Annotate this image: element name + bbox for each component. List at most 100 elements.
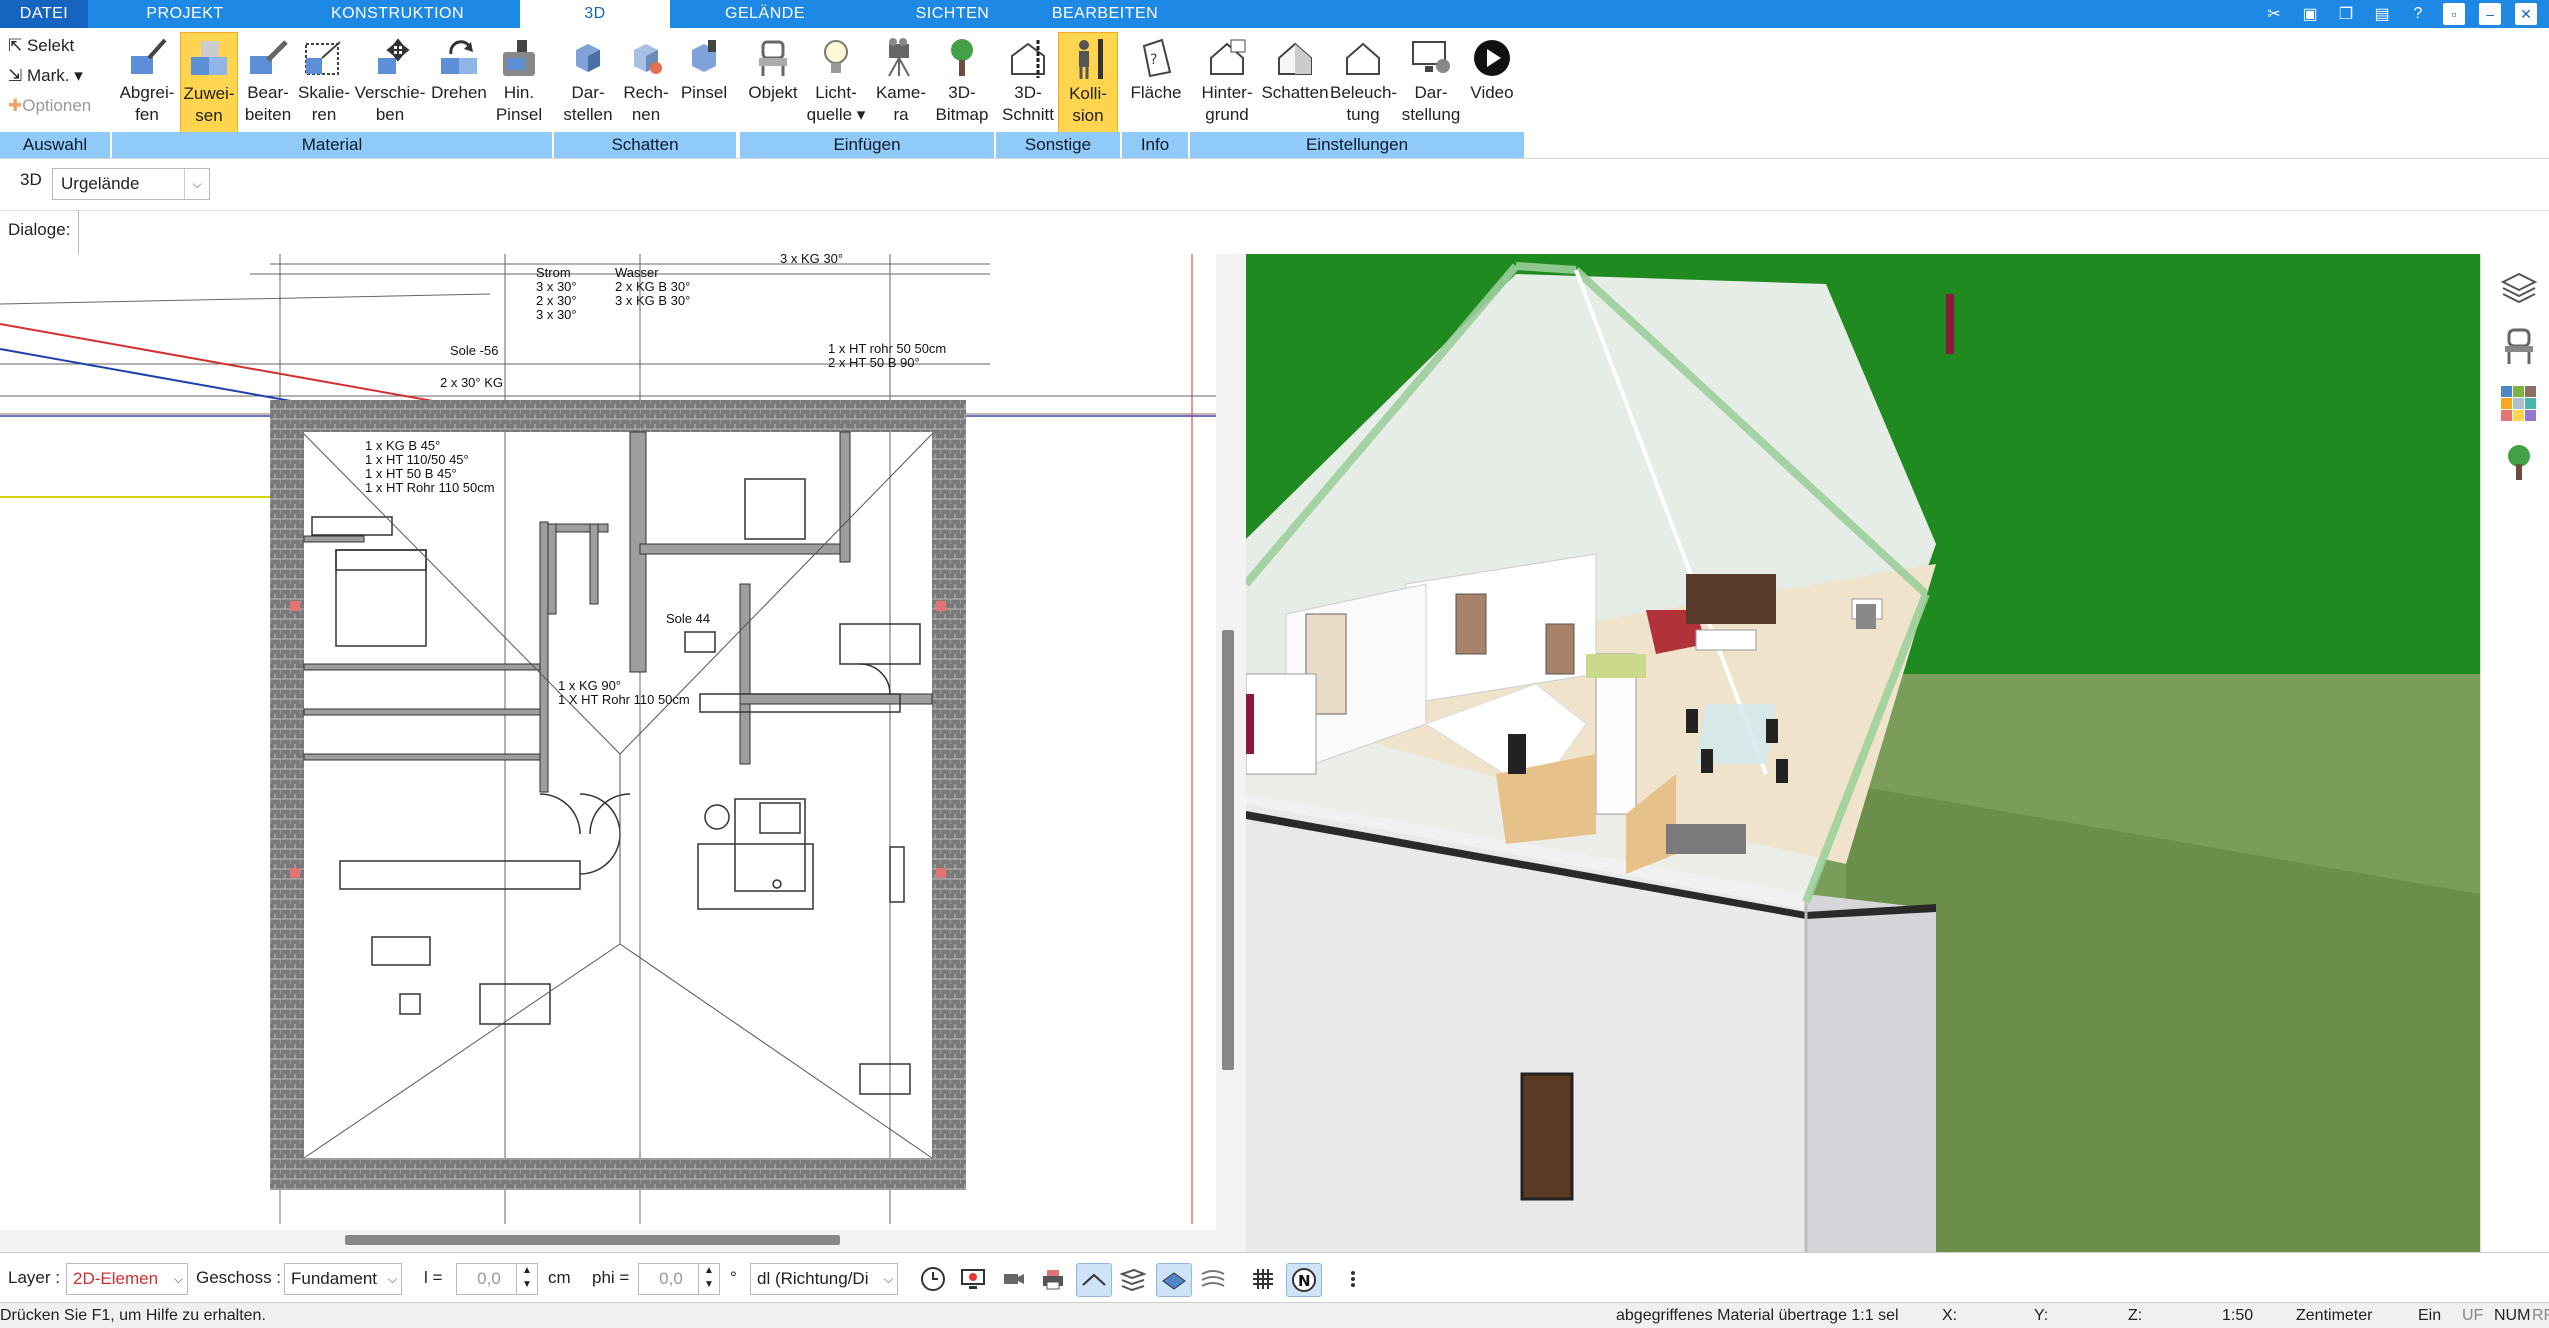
wall-texture-icon[interactable] bbox=[1116, 1263, 1150, 1295]
plan-text: 1 x HT 50 B 45° bbox=[365, 466, 457, 481]
north-icon[interactable]: N bbox=[1286, 1263, 1322, 1297]
furniture-chair-icon[interactable] bbox=[2499, 326, 2539, 366]
close-icon[interactable]: ✕ bbox=[2515, 3, 2537, 25]
hintergrund-button[interactable]: Hinter-grund bbox=[1194, 32, 1260, 132]
schatten-pinsel-button[interactable]: Pinsel bbox=[676, 32, 732, 132]
material-palette-icon[interactable] bbox=[2499, 384, 2539, 424]
darstellen-label: Dar- bbox=[571, 83, 605, 102]
length-stepper[interactable]: ▲ ▼ bbox=[516, 1263, 538, 1295]
kollision-button[interactable]: Kolli-sion bbox=[1058, 32, 1118, 134]
shop-icon[interactable]: ▣ bbox=[2299, 3, 2321, 25]
tab-3d[interactable]: 3D bbox=[520, 0, 670, 28]
darstellen-button[interactable]: Dar-stellen bbox=[558, 32, 618, 132]
tree-icon bbox=[951, 39, 973, 76]
tab-projekt[interactable]: PROJEKT bbox=[100, 0, 270, 28]
bearbeiten-button[interactable]: Bear-beiten bbox=[240, 32, 296, 132]
beleuchtung-button[interactable]: Beleuch-tung bbox=[1330, 32, 1397, 132]
layer-select[interactable]: 2D-Elemen ⌵ bbox=[66, 1263, 188, 1295]
plan-text: 3 x KG 30° bbox=[780, 254, 844, 266]
schatten-einst-button[interactable]: Schatten bbox=[1260, 32, 1330, 132]
monitor-icon[interactable] bbox=[956, 1263, 990, 1295]
geschoss-select[interactable]: Fundament ⌵ bbox=[284, 1263, 402, 1295]
camera-view-icon[interactable] bbox=[996, 1263, 1030, 1295]
optionen-button[interactable]: ✚Optionen bbox=[8, 92, 91, 120]
phi-input[interactable]: 0,0 bbox=[638, 1263, 704, 1295]
group-info: Info bbox=[1122, 132, 1188, 158]
terrain-lines-icon[interactable] bbox=[1196, 1263, 1230, 1295]
plan-vertical-scroll-thumb[interactable] bbox=[1222, 630, 1234, 1070]
roof-view-icon[interactable] bbox=[1076, 1263, 1112, 1297]
bearbeiten-label: Bear- bbox=[247, 83, 289, 102]
cursor-icon: ⇱ bbox=[8, 36, 27, 55]
objekt-button[interactable]: Objekt bbox=[744, 32, 802, 132]
help-icon[interactable]: ? bbox=[2407, 3, 2429, 25]
tab-konstruktion[interactable]: KONSTRUKTION bbox=[300, 0, 495, 28]
schatten-pinsel-label: Pinsel bbox=[680, 83, 728, 102]
more-options-icon[interactable] bbox=[1336, 1263, 1370, 1295]
house-background-icon bbox=[1210, 39, 1246, 75]
status-z: Z: bbox=[2128, 1307, 2143, 1324]
geschoss-select-value: Fundament bbox=[291, 1269, 377, 1288]
floor-plan-view[interactable]: Strom 3 x 30° 2 x 30° 3 x 30° Wasser 2 x… bbox=[0, 254, 1246, 1254]
length-label: l = bbox=[424, 1268, 443, 1287]
abgreifen-label2: fen bbox=[135, 105, 159, 124]
geschoss-label: Geschoss : bbox=[196, 1268, 282, 1287]
play-icon bbox=[1474, 40, 1510, 76]
restore-icon[interactable]: ▫ bbox=[2443, 3, 2465, 25]
tools-icon[interactable]: ✂ bbox=[2263, 3, 2285, 25]
darstellen-label2: stellen bbox=[563, 105, 613, 124]
plan-horizontal-scroll-thumb[interactable] bbox=[345, 1235, 840, 1245]
window-icon[interactable]: ▤ bbox=[2371, 3, 2393, 25]
plan-text: 1 x KG B 45° bbox=[365, 438, 441, 453]
terrain-select[interactable]: Urgelände ⌵ bbox=[52, 168, 210, 200]
phi-unit: ° bbox=[730, 1268, 737, 1287]
print-icon[interactable] bbox=[1036, 1263, 1070, 1295]
kamera-button[interactable]: Kame-ra bbox=[870, 32, 932, 132]
video-button[interactable]: Video bbox=[1464, 32, 1520, 132]
house-shadow-icon bbox=[1278, 42, 1312, 75]
rechnen-button[interactable]: Rech-nen bbox=[618, 32, 674, 132]
mark-label: Mark. bbox=[26, 66, 70, 85]
brush-icon bbox=[503, 40, 535, 76]
mark-button[interactable]: ⇲ Mark. ▾ bbox=[8, 62, 83, 90]
tab-bearbeiten[interactable]: BEARBEITEN bbox=[1030, 0, 1180, 28]
group-material: Material bbox=[112, 132, 552, 158]
flaeche-button[interactable]: ? Fläche bbox=[1128, 32, 1184, 132]
group-einfuegen: Einfügen bbox=[740, 132, 994, 158]
layer-select-value: 2D-Elemen bbox=[73, 1269, 159, 1288]
direction-select[interactable]: dl (Richtung/Di ⌵ bbox=[750, 1263, 898, 1295]
selekt-button[interactable]: ⇱ Selekt bbox=[8, 32, 74, 60]
verschieben-button[interactable]: Verschie-ben bbox=[352, 32, 428, 132]
status-help-text: Drücken Sie F1, um Hilfe zu erhalten. bbox=[0, 1307, 266, 1324]
grid-icon[interactable] bbox=[1246, 1263, 1280, 1295]
clock-icon[interactable] bbox=[916, 1263, 950, 1295]
status-ein: Ein bbox=[2418, 1307, 2442, 1324]
lichtquelle-button[interactable]: Licht-quelle ▾ bbox=[804, 32, 868, 132]
hin-pinsel-label: Hin. bbox=[503, 83, 535, 102]
abgreifen-button[interactable]: Abgrei-fen bbox=[116, 32, 178, 132]
hin-pinsel-button[interactable]: Hin. Pinsel bbox=[490, 32, 548, 132]
3d-view[interactable] bbox=[1246, 254, 2480, 1252]
drehen-button[interactable]: Drehen bbox=[430, 32, 488, 132]
tab-sichten[interactable]: SICHTEN bbox=[880, 0, 1025, 28]
zuweisen-button[interactable]: Zuwei-sen bbox=[180, 32, 238, 134]
layers-icon[interactable] bbox=[2499, 268, 2539, 308]
skalieren-button[interactable]: Skalie-ren bbox=[296, 32, 352, 132]
length-input[interactable]: 0,0 bbox=[456, 1263, 522, 1295]
phi-stepper[interactable]: ▲ ▼ bbox=[698, 1263, 720, 1295]
minimize-icon[interactable]: – bbox=[2479, 3, 2501, 25]
plan-text: 1 x HT Rohr 110 50cm bbox=[365, 480, 495, 495]
copy-icon[interactable]: ❐ bbox=[2335, 3, 2357, 25]
floor-plane-icon[interactable] bbox=[1156, 1263, 1192, 1297]
plant-tree-icon[interactable] bbox=[2499, 442, 2539, 482]
direction-select-value: dl (Richtung/Di bbox=[757, 1269, 869, 1288]
tab-gelaende[interactable]: GELÄNDE bbox=[690, 0, 840, 28]
plan-text-wasser: Wasser bbox=[615, 265, 659, 280]
plan-text-sole: Sole -56 bbox=[450, 343, 499, 358]
svg-text:N: N bbox=[1298, 1272, 1311, 1290]
darstellung-button[interactable]: Dar-stellung bbox=[1398, 32, 1464, 132]
schnitt-3d-button[interactable]: 3D- Schnitt bbox=[1000, 32, 1056, 132]
dialoge-label: Dialoge: bbox=[8, 220, 71, 239]
tab-datei[interactable]: DATEI bbox=[0, 0, 88, 28]
bitmap-3d-button[interactable]: 3D- Bitmap bbox=[932, 32, 992, 132]
